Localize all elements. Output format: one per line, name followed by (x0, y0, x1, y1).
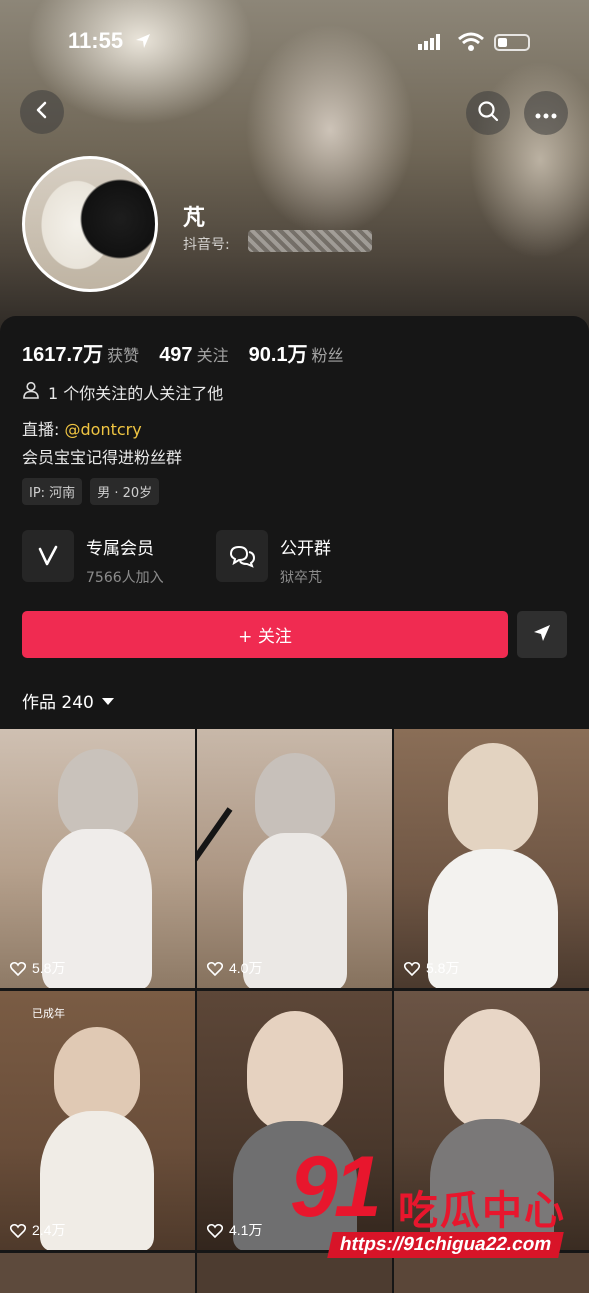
status-time: 11:55 (68, 28, 124, 53)
chat-bubbles-icon (216, 530, 268, 582)
stat-following[interactable]: 497 关注 (159, 342, 228, 367)
avatar[interactable] (22, 156, 158, 292)
membership-title: 专属会员 (86, 539, 154, 559)
chevron-left-icon (32, 100, 52, 124)
group-subtitle: 狱卒芃 (280, 570, 322, 586)
watermark-number: 91 (290, 1139, 382, 1235)
caret-down-icon (101, 691, 114, 711)
like-count: 5.8万 (10, 958, 65, 978)
live-handle-link[interactable]: @dontcry (65, 420, 142, 439)
group-title: 公开群 (280, 539, 331, 559)
heart-icon (207, 961, 223, 976)
profile-stats: 1617.7万 获赞 497 关注 90.1万 粉丝 (22, 338, 344, 367)
site-watermark: 91 吃瓜中心 https://91chigua22.com (290, 1144, 589, 1280)
profile-tags: IP: 河南 男 · 20岁 (22, 478, 160, 505)
works-label: 作品 240 (22, 693, 94, 713)
bio-text: 会员宝宝记得进粉丝群 (22, 448, 183, 467)
follow-button[interactable]: + 关注 (22, 611, 508, 658)
search-icon (477, 100, 499, 126)
battery-icon (494, 34, 530, 51)
search-button[interactable] (466, 91, 510, 135)
mutual-text: 1 个你关注的人关注了他 (48, 384, 224, 403)
works-tab[interactable]: 作品 240 (22, 688, 114, 713)
send-icon (532, 623, 552, 647)
more-options-button[interactable] (524, 91, 568, 135)
watermark-text: 吃瓜中心 (398, 1188, 566, 1234)
cellular-signal-icon (418, 34, 442, 54)
heart-icon (207, 1223, 223, 1238)
like-count: 2.4万 (10, 1220, 65, 1240)
heart-icon (404, 961, 420, 976)
location-arrow-icon (134, 32, 152, 54)
douyin-id-redacted (248, 230, 372, 252)
membership-subtitle: 7566人加入 (86, 570, 164, 586)
video-note: 已成年 (32, 1007, 65, 1020)
video-tile[interactable]: 5.8万 (0, 729, 195, 988)
membership-v-icon (22, 530, 74, 582)
video-thumbnail (58, 749, 138, 839)
public-group-card[interactable]: 公开群 狱卒芃 (216, 530, 331, 587)
wifi-icon (458, 32, 484, 56)
stat-likes[interactable]: 1617.7万 获赞 (22, 338, 139, 367)
ip-location-tag: IP: 河南 (22, 478, 83, 505)
gender-age-tag: 男 · 20岁 (90, 478, 160, 505)
person-icon (22, 381, 40, 403)
watermark-url: https://91chigua22.com (327, 1232, 564, 1258)
live-prefix: 直播: (22, 420, 60, 439)
live-info: 直播: @dontcry (22, 416, 142, 440)
video-tile[interactable]: 5.8万 (394, 729, 589, 988)
profile-name: 芃 (183, 206, 206, 231)
exclusive-membership-card[interactable]: 专属会员 7566人加入 (22, 530, 164, 587)
like-count: 4.1万 (207, 1220, 262, 1240)
video-tile[interactable]: 4.0万 (197, 729, 392, 988)
like-count: 4.0万 (207, 958, 262, 978)
stat-followers[interactable]: 90.1万 粉丝 (249, 338, 344, 367)
mutual-followers[interactable]: 1 个你关注的人关注了他 (22, 380, 223, 404)
video-tile[interactable]: 已成年 2.4万 (0, 991, 195, 1250)
back-button[interactable] (20, 90, 64, 134)
share-button[interactable] (517, 611, 567, 658)
heart-icon (10, 961, 26, 976)
ellipsis-icon (535, 104, 557, 123)
like-count: 5.8万 (404, 958, 459, 978)
heart-icon (10, 1223, 26, 1238)
status-bar: 11:55 (0, 28, 589, 60)
douyin-id-label: 抖音号: (183, 237, 230, 253)
video-tile[interactable] (0, 1253, 195, 1293)
